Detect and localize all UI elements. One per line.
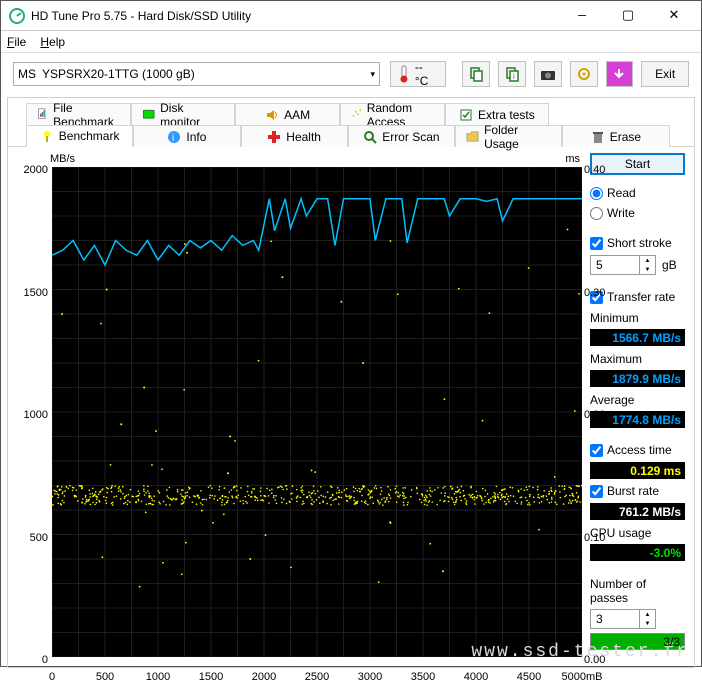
health-icon — [267, 130, 281, 144]
min-value: 1566.7 MB/s — [590, 329, 685, 346]
down-arrow-icon — [612, 67, 626, 81]
benchmark-icon — [40, 129, 54, 143]
tab-row-top: File Benchmark Disk monitor AAM Random A… — [8, 102, 694, 124]
copy-info-icon: i — [504, 66, 520, 82]
read-radio[interactable]: Read — [590, 185, 685, 201]
tab-row-bottom: Benchmark iInfo Health Error Scan Folder… — [8, 124, 694, 147]
spin-up-icon[interactable]: ▲ — [640, 256, 655, 265]
short-stroke-checkbox[interactable]: Short stroke — [590, 235, 685, 251]
copy-button[interactable] — [462, 61, 490, 87]
file-benchmark-icon — [37, 108, 48, 122]
tab-random-access[interactable]: Random Access — [340, 103, 445, 125]
tab-file-benchmark[interactable]: File Benchmark — [26, 103, 131, 125]
access-value: 0.129 ms — [590, 462, 685, 479]
erase-icon — [591, 130, 605, 144]
save-button[interactable] — [606, 61, 634, 87]
cpu-value: -3.0% — [590, 544, 685, 561]
close-button[interactable]: ✕ — [651, 1, 697, 30]
spin-down-icon[interactable]: ▼ — [640, 619, 655, 628]
progress-bar: 3/3 — [590, 633, 685, 650]
menu-file[interactable]: File — [7, 35, 26, 49]
passes-input[interactable]: ▲▼ — [590, 609, 685, 629]
temperature-indicator: -- °C — [390, 61, 446, 87]
temperature-label: -- °C — [415, 60, 440, 88]
progress-text: 3/3 — [591, 634, 684, 649]
disk-monitor-icon — [142, 108, 155, 122]
min-label: Minimum — [590, 311, 685, 325]
app-icon — [9, 8, 25, 24]
settings-button[interactable] — [570, 61, 598, 87]
copy-icon — [468, 66, 484, 82]
spin-down-icon[interactable]: ▼ — [640, 265, 655, 274]
random-access-icon — [351, 108, 362, 122]
tab-folder-usage[interactable]: Folder Usage — [455, 125, 562, 147]
error-scan-icon — [363, 130, 377, 144]
svg-text:i: i — [513, 72, 515, 81]
benchmark-plot — [52, 167, 582, 657]
info-icon: i — [167, 130, 181, 144]
device-dropdown[interactable]: MS YSPSRX20-1TTG (1000 gB) ▾ — [13, 62, 380, 86]
tab-disk-monitor[interactable]: Disk monitor — [131, 103, 236, 125]
short-stroke-input[interactable]: ▲▼ gB — [590, 255, 685, 275]
tab-erase[interactable]: Erase — [562, 125, 669, 147]
aam-icon — [265, 108, 279, 122]
tab-aam[interactable]: AAM — [235, 103, 340, 125]
device-name: YSPSRX20-1TTG (1000 gB) — [42, 67, 195, 81]
burst-value: 761.2 MB/s — [590, 503, 685, 520]
side-panel: Start Read Write Short stroke ▲▼ gB Tran… — [590, 153, 685, 657]
gear-icon — [576, 66, 592, 82]
max-label: Maximum — [590, 352, 685, 366]
spin-up-icon[interactable]: ▲ — [640, 610, 655, 619]
extra-tests-icon — [459, 108, 473, 122]
menu-help[interactable]: Help — [40, 35, 65, 49]
tab-error-scan[interactable]: Error Scan — [348, 125, 455, 147]
short-stroke-unit: gB — [662, 258, 677, 272]
window-title: HD Tune Pro 5.75 - Hard Disk/SSD Utility — [31, 9, 559, 23]
access-time-checkbox[interactable]: Access time — [590, 442, 685, 458]
content-area: MB/s ms 0500100015002000 0.000.100.200.3… — [8, 147, 694, 667]
y-axis-left-label: MB/s — [50, 153, 75, 165]
passes-label: Number of passes — [590, 577, 685, 605]
screenshot-button[interactable] — [534, 61, 562, 87]
write-radio[interactable]: Write — [590, 205, 685, 221]
max-value: 1879.9 MB/s — [590, 370, 685, 387]
titlebar: HD Tune Pro 5.75 - Hard Disk/SSD Utility… — [1, 1, 701, 31]
minimize-button[interactable]: — — [559, 1, 605, 30]
maximize-button[interactable]: ▢ — [605, 1, 651, 30]
tab-benchmark[interactable]: Benchmark — [26, 125, 133, 147]
folder-usage-icon — [466, 130, 479, 144]
thermometer-icon — [397, 65, 411, 83]
avg-label: Average — [590, 393, 685, 407]
copy-info-button[interactable]: i — [498, 61, 526, 87]
exit-button[interactable]: Exit — [641, 61, 689, 87]
tab-health[interactable]: Health — [241, 125, 348, 147]
chart-area: MB/s ms 0500100015002000 0.000.100.200.3… — [16, 153, 586, 657]
camera-icon — [540, 66, 556, 82]
device-prefix: MS — [18, 67, 36, 81]
toolbar: MS YSPSRX20-1TTG (1000 gB) ▾ -- °C i Exi… — [1, 53, 701, 95]
y-axis-right-label: ms — [565, 153, 580, 165]
burst-rate-checkbox[interactable]: Burst rate — [590, 483, 685, 499]
chevron-down-icon: ▾ — [370, 69, 375, 80]
svg-text:i: i — [172, 133, 174, 144]
tab-info[interactable]: iInfo — [133, 125, 240, 147]
menubar: File Help — [1, 31, 701, 53]
